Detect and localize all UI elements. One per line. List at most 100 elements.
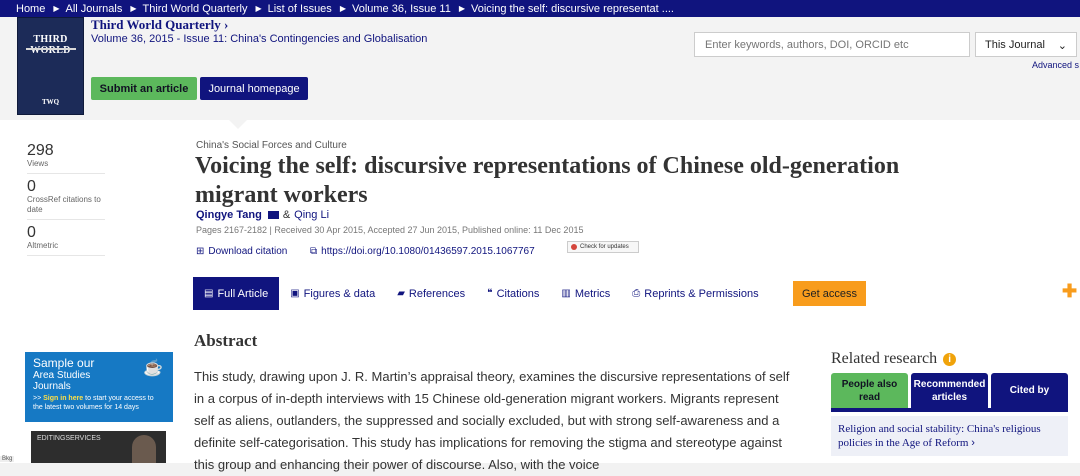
related-research-heading: Related research i <box>831 350 957 368</box>
promo-cta-prefix: >> <box>33 395 42 402</box>
journal-title: Third World Quarterly <box>91 17 221 32</box>
search-scope-select[interactable]: This Journal ⌄ <box>975 32 1077 57</box>
tab-label: Citations <box>496 287 540 300</box>
download-label: Download citation <box>208 246 288 257</box>
triangle-right-icon: ▶ <box>255 4 262 13</box>
tab-full-article[interactable]: ▤ Full Article <box>193 277 280 310</box>
article-section: China's Social Forces and Culture <box>196 140 347 151</box>
tab-citations[interactable]: ❝ Citations <box>476 277 550 310</box>
triangle-right-icon: ▶ <box>458 4 465 13</box>
tab-reprints[interactable]: ⎙ Reprints & Permissions <box>621 277 769 310</box>
metric-value: 0 <box>27 178 36 195</box>
related-heading-text: Related research <box>831 350 938 367</box>
image-icon: ▣ <box>290 288 300 299</box>
author-link[interactable]: Qing Li <box>294 209 329 221</box>
chevron-down-icon: ⌄ <box>1057 40 1067 52</box>
file-icon: ▤ <box>204 288 214 299</box>
sample-journals-promo[interactable]: ☕ Sample our Area Studies Journals >> Si… <box>25 352 173 422</box>
book-icon: ▰ <box>397 288 405 299</box>
envelope-icon[interactable] <box>267 211 279 219</box>
get-access-button[interactable]: Get access <box>793 281 866 306</box>
promo-line: Journals <box>33 381 71 392</box>
metric-views: 298 Views <box>27 142 105 174</box>
breadcrumb-home[interactable]: Home <box>16 3 45 15</box>
metric-value: 298 <box>27 142 54 159</box>
teacup-icon: ☕ <box>143 360 163 377</box>
search-input[interactable] <box>694 32 970 57</box>
metric-value: 0 <box>27 224 36 241</box>
check-updates-badge[interactable]: Check for updates <box>567 241 639 253</box>
promo-cta: >> Sign in here to start your access to … <box>33 394 165 412</box>
triangle-right-icon: ▶ <box>130 4 137 13</box>
tab-label: Figures & data <box>303 287 376 300</box>
editing-services-banner[interactable]: EDITINGSERVICES <box>31 431 166 463</box>
metric-label: CrossRef citations to date <box>27 195 101 214</box>
abstract-heading: Abstract <box>194 331 258 350</box>
tab-label: Reprints & Permissions <box>644 287 759 300</box>
breadcrumb-label: Third World Quarterly <box>142 2 248 15</box>
scope-label: This Journal <box>985 39 1045 51</box>
cover-stripe <box>26 48 76 50</box>
metric-crossref: 0 CrossRef citations to date <box>27 178 105 220</box>
plus-icon[interactable]: ✚ <box>1062 281 1077 302</box>
print-icon: ⎙ <box>632 288 641 299</box>
related-tabs: People also read Recommended articles Ci… <box>831 373 1068 408</box>
publication-history: Pages 2167-2182 | Received 30 Apr 2015, … <box>196 225 584 235</box>
triangle-right-icon: ▶ <box>339 4 346 13</box>
breadcrumb-journal[interactable]: ▶ Third World Quarterly <box>122 3 247 15</box>
tab-cited-by[interactable]: Cited by <box>991 373 1068 408</box>
related-article-title: Religion and social stability: China's r… <box>838 423 1041 449</box>
metric-altmetric: 0 Altmetric <box>27 224 105 256</box>
related-article-link[interactable]: Religion and social stability: China's r… <box>831 416 1068 456</box>
info-icon[interactable]: i <box>943 352 957 366</box>
crossmark-icon <box>571 244 577 250</box>
updates-label: Check for updates <box>580 244 629 250</box>
tab-references[interactable]: ▰ References <box>386 277 476 310</box>
issue-link[interactable]: Volume 36, 2015 - Issue 11: China's Cont… <box>91 33 427 45</box>
breadcrumb: Home ▶ All Journals ▶ Third World Quarterl… <box>0 0 1080 17</box>
author-separator: & <box>282 209 291 221</box>
doi-label: https://doi.org/10.1080/01436597.2015.10… <box>321 246 535 257</box>
triangle-right-icon: ▶ <box>53 4 60 13</box>
advanced-search-link[interactable]: Advanced s <box>1032 60 1079 70</box>
submit-article-button[interactable]: Submit an article <box>91 77 197 100</box>
metric-label: Views <box>27 159 49 168</box>
breadcrumb-label: List of Issues <box>267 2 332 15</box>
download-citation-link[interactable]: ⊞ Download citation <box>196 246 287 257</box>
author-link[interactable]: Qingye Tang <box>196 209 262 221</box>
quote-icon: ❝ <box>487 288 493 299</box>
article-title: Voicing the self: discursive representat… <box>195 153 900 208</box>
journal-title-link[interactable]: Third World Quarterly › <box>91 17 228 33</box>
breadcrumb-label: All Journals <box>65 2 123 15</box>
link-icon: ⧉ <box>310 246 318 257</box>
person-photo <box>132 435 156 463</box>
chevron-right-icon: › <box>971 437 975 449</box>
journal-cover[interactable]: THIRD WORLD TWQ <box>17 17 84 115</box>
tab-metrics[interactable]: ▥ Metrics <box>550 277 621 310</box>
doi-link[interactable]: ⧉ https://doi.org/10.1080/01436597.2015.1… <box>310 246 535 257</box>
download-icon: ⊞ <box>196 246 205 257</box>
breadcrumb-current: ▶ Voicing the self: discursive representa… <box>451 3 674 15</box>
banner-label: EDITINGSERVICES <box>37 435 101 442</box>
metric-label: Altmetric <box>27 241 59 250</box>
tab-label: References <box>408 287 466 300</box>
cover-title: THIRD WORLD <box>30 34 71 56</box>
tab-label: Full Article <box>217 287 269 300</box>
corner-label: Bkg <box>0 456 15 462</box>
author-list: Qingye Tang & Qing Li <box>196 209 329 221</box>
breadcrumb-issues[interactable]: ▶ List of Issues <box>247 3 331 15</box>
tab-recommended[interactable]: Recommended articles <box>911 373 988 408</box>
chevron-right-icon: › <box>224 17 229 32</box>
article-tabs: ▤ Full Article ▣ Figures & data ▰ Reference… <box>193 277 770 310</box>
journal-homepage-button[interactable]: Journal homepage <box>200 77 308 100</box>
breadcrumb-all-journals[interactable]: ▶ All Journals <box>45 3 122 15</box>
article-metrics: 298 Views 0 CrossRef citations to date 0… <box>27 142 105 260</box>
tab-label: Metrics <box>574 287 611 300</box>
breadcrumb-label: Voicing the self: discursive representat… <box>471 2 674 15</box>
breadcrumb-label: Home <box>16 2 46 15</box>
tab-figures[interactable]: ▣ Figures & data <box>279 277 386 310</box>
related-tab-bar <box>831 408 1068 412</box>
breadcrumb-volume[interactable]: ▶ Volume 36, Issue 11 <box>332 3 451 15</box>
tab-people-also-read[interactable]: People also read <box>831 373 908 408</box>
promo-sign-in-link[interactable]: Sign in here <box>43 395 83 402</box>
